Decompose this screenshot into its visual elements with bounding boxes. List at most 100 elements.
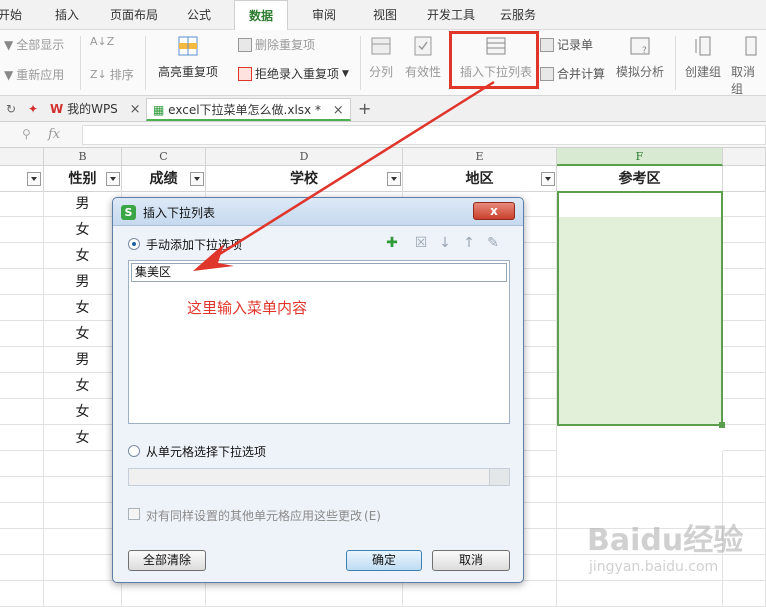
record-sheet-button[interactable]: 记录单 [540, 36, 593, 53]
pin-icon[interactable]: ✦ [22, 98, 44, 121]
grid-cell[interactable] [0, 295, 44, 321]
tab-my-wps[interactable]: W 我的WPS × [44, 98, 147, 121]
fill-handle[interactable] [719, 422, 725, 428]
grid-cell[interactable] [403, 581, 557, 607]
grid-cell[interactable] [44, 529, 122, 555]
zoom-icon[interactable]: ⚲ [22, 127, 31, 141]
fx-icon[interactable]: fx [48, 127, 60, 142]
grid-cell[interactable] [0, 269, 44, 295]
grid-cell[interactable] [44, 503, 122, 529]
from-cells-option-radio[interactable] [128, 445, 140, 457]
grid-cell[interactable] [0, 581, 44, 607]
show-all-button[interactable]: ▼ 全部显示 [4, 36, 64, 53]
gender-cell[interactable]: 女 [44, 425, 122, 451]
manual-option-radio[interactable] [128, 238, 140, 250]
gender-cell[interactable]: 女 [44, 243, 122, 269]
gender-cell[interactable]: 女 [44, 217, 122, 243]
grid-cell[interactable] [723, 269, 766, 295]
edit-item-icon[interactable]: ✎ [485, 235, 501, 251]
list-item[interactable]: 集美区 [131, 263, 507, 282]
tab-view[interactable]: 视图 [373, 0, 397, 30]
simulate-analysis-button[interactable]: ? 模拟分析 [616, 35, 664, 80]
options-listbox[interactable]: 集美区 这里输入菜单内容 [128, 260, 510, 424]
delete-item-icon[interactable]: ☒ [413, 235, 429, 251]
header-cell-region[interactable]: 地区 [403, 166, 557, 192]
grid-cell[interactable] [0, 451, 44, 477]
column-header-g[interactable] [723, 148, 766, 166]
column-header-a[interactable] [0, 148, 44, 166]
grid-cell[interactable] [0, 321, 44, 347]
grid-cell[interactable] [723, 477, 766, 503]
grid-cell[interactable] [0, 477, 44, 503]
filter-dropdown-button[interactable] [106, 172, 120, 186]
grid-cell[interactable] [0, 529, 44, 555]
grid-cell[interactable] [723, 295, 766, 321]
column-header-c[interactable]: C [122, 148, 206, 166]
reject-duplicates-button[interactable]: 拒绝录入重复项 ▼ [238, 65, 349, 82]
gender-cell[interactable]: 女 [44, 295, 122, 321]
cancel-button[interactable]: 取消 [432, 550, 510, 571]
close-icon[interactable]: × [130, 102, 141, 117]
grid-cell[interactable] [0, 399, 44, 425]
consolidate-button[interactable]: 合并计算 [540, 65, 605, 82]
tab-excel-file[interactable]: ▦ excel下拉菜单怎么做.xlsx * × [146, 98, 351, 121]
header-cell-reference-region[interactable]: 参考区 [557, 166, 723, 192]
column-header-e[interactable]: E [403, 148, 557, 166]
grid-cell[interactable] [0, 347, 44, 373]
grid-cell[interactable] [557, 451, 723, 477]
gender-cell[interactable]: 男 [44, 347, 122, 373]
grid-cell[interactable] [0, 373, 44, 399]
refresh-icon[interactable]: ↻ [0, 98, 22, 121]
gender-cell[interactable]: 男 [44, 269, 122, 295]
sort-asc-button[interactable]: A↓Z [90, 35, 114, 48]
from-cells-option-label[interactable]: 从单元格选择下拉选项 [146, 443, 266, 460]
range-picker-icon[interactable] [489, 469, 509, 485]
move-down-icon[interactable]: ↓ [437, 235, 453, 251]
apply-same-checkbox[interactable] [128, 508, 140, 520]
filter-dropdown-button[interactable] [27, 172, 41, 186]
grid-cell[interactable] [44, 451, 122, 477]
grid-cell[interactable] [0, 243, 44, 269]
new-tab-icon[interactable]: + [352, 98, 377, 121]
tab-cloud[interactable]: 云服务 [500, 0, 536, 30]
delete-duplicates-button[interactable]: 删除重复项 [238, 36, 315, 53]
grid-cell[interactable] [44, 581, 122, 607]
validity-button[interactable]: 有效性 [405, 35, 441, 80]
active-cell[interactable] [559, 193, 721, 217]
grid-cell[interactable] [557, 477, 723, 503]
grid-cell[interactable] [723, 347, 766, 373]
ok-button[interactable]: 确定 [346, 550, 422, 571]
grid-cell[interactable] [122, 581, 206, 607]
grid-cell[interactable] [723, 217, 766, 243]
grid-cell[interactable] [723, 191, 766, 217]
tab-home[interactable]: 开始 [0, 0, 22, 30]
tab-formula[interactable]: 公式 [187, 0, 211, 30]
gender-cell[interactable]: 女 [44, 373, 122, 399]
add-item-icon[interactable]: ✚ [384, 235, 400, 251]
split-button[interactable]: 分列 [369, 35, 393, 80]
header-cell-school[interactable]: 学校 [206, 166, 403, 192]
clear-all-button[interactable]: 全部清除 [128, 550, 206, 571]
header-cell-g[interactable] [723, 166, 766, 192]
ungroup-button[interactable]: 取消组 [731, 35, 766, 97]
formula-input[interactable] [82, 125, 766, 145]
filter-dropdown-button[interactable] [541, 172, 555, 186]
gender-cell[interactable]: 女 [44, 399, 122, 425]
grid-cell[interactable] [0, 191, 44, 217]
grid-cell[interactable] [0, 555, 44, 581]
move-up-icon[interactable]: ↑ [461, 235, 477, 251]
dialog-close-button[interactable]: x [473, 202, 515, 220]
sort-button[interactable]: Z↓ 排序 [90, 66, 134, 83]
grid-cell[interactable] [723, 399, 766, 425]
grid-cell[interactable] [723, 425, 766, 451]
grid-cell[interactable] [723, 373, 766, 399]
grid-cell[interactable] [723, 243, 766, 269]
gender-cell[interactable]: 女 [44, 321, 122, 347]
filter-dropdown-button[interactable] [190, 172, 204, 186]
tab-review[interactable]: 审阅 [312, 0, 336, 30]
selected-range[interactable] [557, 191, 723, 426]
highlight-duplicates-button[interactable]: 高亮重复项 [158, 35, 218, 80]
create-group-button[interactable]: 创建组 [685, 35, 721, 80]
gender-cell[interactable]: 男 [44, 191, 122, 217]
grid-cell[interactable] [0, 217, 44, 243]
